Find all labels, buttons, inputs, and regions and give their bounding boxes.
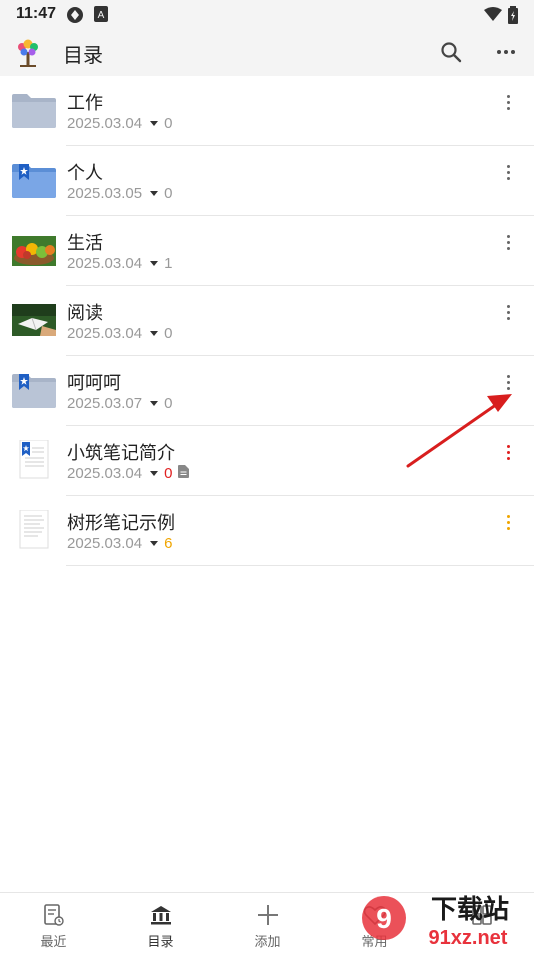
battery-icon (508, 6, 518, 29)
search-button[interactable] (435, 36, 467, 68)
item-date: 2025.03.04 (67, 465, 143, 482)
item-title: 小筑笔记简介 (67, 443, 175, 463)
item-title: 阅读 (67, 303, 103, 323)
item-count: 6 (164, 535, 173, 552)
nav-label: 最近 (40, 934, 67, 949)
item-more-button[interactable] (498, 232, 518, 252)
list-item-personal[interactable]: 个人 2025.03.05 0 (0, 146, 534, 216)
item-meta: 2025.03.05 0 (67, 185, 172, 202)
folder-icon (12, 90, 56, 130)
caret-down-icon (150, 401, 159, 406)
item-title: 生活 (67, 233, 103, 253)
add-icon (256, 903, 280, 927)
more-horizontal-icon (497, 50, 515, 54)
list-item-hehehe[interactable]: 呵呵呵 2025.03.07 0 (0, 356, 534, 426)
watermark-logo: 9 下载站 91xz.net (362, 895, 509, 949)
site-watermark: 9 下载站 91xz.net (362, 886, 534, 950)
nav-add[interactable]: 添加 (214, 893, 321, 951)
item-count: 0 (164, 185, 173, 202)
list-item-work[interactable]: 工作 2025.03.04 0 (0, 76, 534, 146)
catalog-icon (149, 903, 173, 927)
item-date: 2025.03.04 (67, 115, 143, 132)
catalog-list: 工作 2025.03.04 0 个人 2025.03.05 0 生活 2025.… (0, 76, 534, 566)
app-logo-tree-icon (14, 38, 42, 68)
item-date: 2025.03.04 (67, 325, 143, 342)
search-icon (441, 42, 462, 63)
nav-recent[interactable]: 最近 (0, 893, 107, 951)
item-title: 树形笔记示例 (67, 513, 175, 533)
nav-catalog[interactable]: 目录 (107, 893, 214, 951)
item-more-button[interactable] (498, 302, 518, 322)
item-date: 2025.03.07 (67, 395, 143, 412)
divider (66, 565, 534, 566)
item-meta: 2025.03.07 0 (67, 395, 172, 412)
item-meta: 2025.03.04 0 (67, 115, 172, 132)
item-more-button[interactable] (498, 512, 518, 532)
notification-a-icon: A (94, 6, 108, 27)
item-more-button[interactable] (498, 92, 518, 112)
item-date: 2025.03.04 (67, 255, 143, 272)
nav-label: 目录 (147, 934, 174, 949)
svg-text:A: A (98, 10, 105, 21)
caret-down-icon (150, 121, 159, 126)
recent-icon (42, 903, 66, 927)
status-time: 11:47 (16, 5, 57, 22)
item-more-button[interactable] (498, 162, 518, 182)
note-icon (12, 509, 56, 550)
watermark-text-2: 91xz.net (429, 927, 508, 949)
list-item-tree-note-example[interactable]: 树形笔记示例 2025.03.04 6 (0, 496, 534, 566)
item-more-button[interactable] (498, 442, 518, 462)
caret-down-icon (150, 331, 159, 336)
item-more-button[interactable] (498, 372, 518, 392)
fruit-photo-thumbnail (12, 230, 56, 270)
svg-text:9: 9 (376, 903, 392, 934)
nav-label: 添加 (254, 934, 281, 949)
item-date: 2025.03.05 (67, 185, 143, 202)
overflow-menu-button[interactable] (490, 36, 522, 68)
item-title: 个人 (67, 163, 103, 183)
sync-icon (66, 6, 84, 29)
reading-photo-thumbnail (12, 300, 56, 340)
item-meta: 2025.03.04 0 (67, 325, 172, 342)
caret-down-icon (150, 261, 159, 266)
page-title: 目录 (63, 45, 103, 67)
item-count: 0 (164, 325, 173, 342)
wifi-icon (484, 7, 502, 26)
bookmark-folder-icon (12, 370, 56, 410)
item-title: 工作 (67, 93, 103, 113)
list-item-reading[interactable]: 阅读 2025.03.04 0 (0, 286, 534, 356)
bookmark-folder-icon (12, 160, 56, 200)
caret-down-icon (150, 541, 159, 546)
list-item-intro-note[interactable]: 小筑笔记简介 2025.03.04 0 (0, 426, 534, 496)
list-item-life[interactable]: 生活 2025.03.04 1 (0, 216, 534, 286)
item-count: 1 (164, 255, 173, 272)
document-icon (178, 465, 190, 482)
item-count: 0 (164, 115, 173, 132)
item-meta: 2025.03.04 1 (67, 255, 172, 272)
caret-down-icon (150, 471, 159, 476)
status-bar: 11:47 A (0, 0, 534, 28)
item-meta: 2025.03.04 0 (67, 465, 190, 482)
item-date: 2025.03.04 (67, 535, 143, 552)
item-count: 0 (164, 395, 173, 412)
item-count: 0 (164, 465, 173, 482)
watermark-text-1: 下载站 (431, 895, 509, 925)
bookmark-note-icon (12, 439, 56, 480)
item-meta: 2025.03.04 6 (67, 535, 172, 552)
item-title: 呵呵呵 (67, 373, 121, 393)
caret-down-icon (150, 191, 159, 196)
app-toolbar: 目录 (0, 28, 534, 76)
